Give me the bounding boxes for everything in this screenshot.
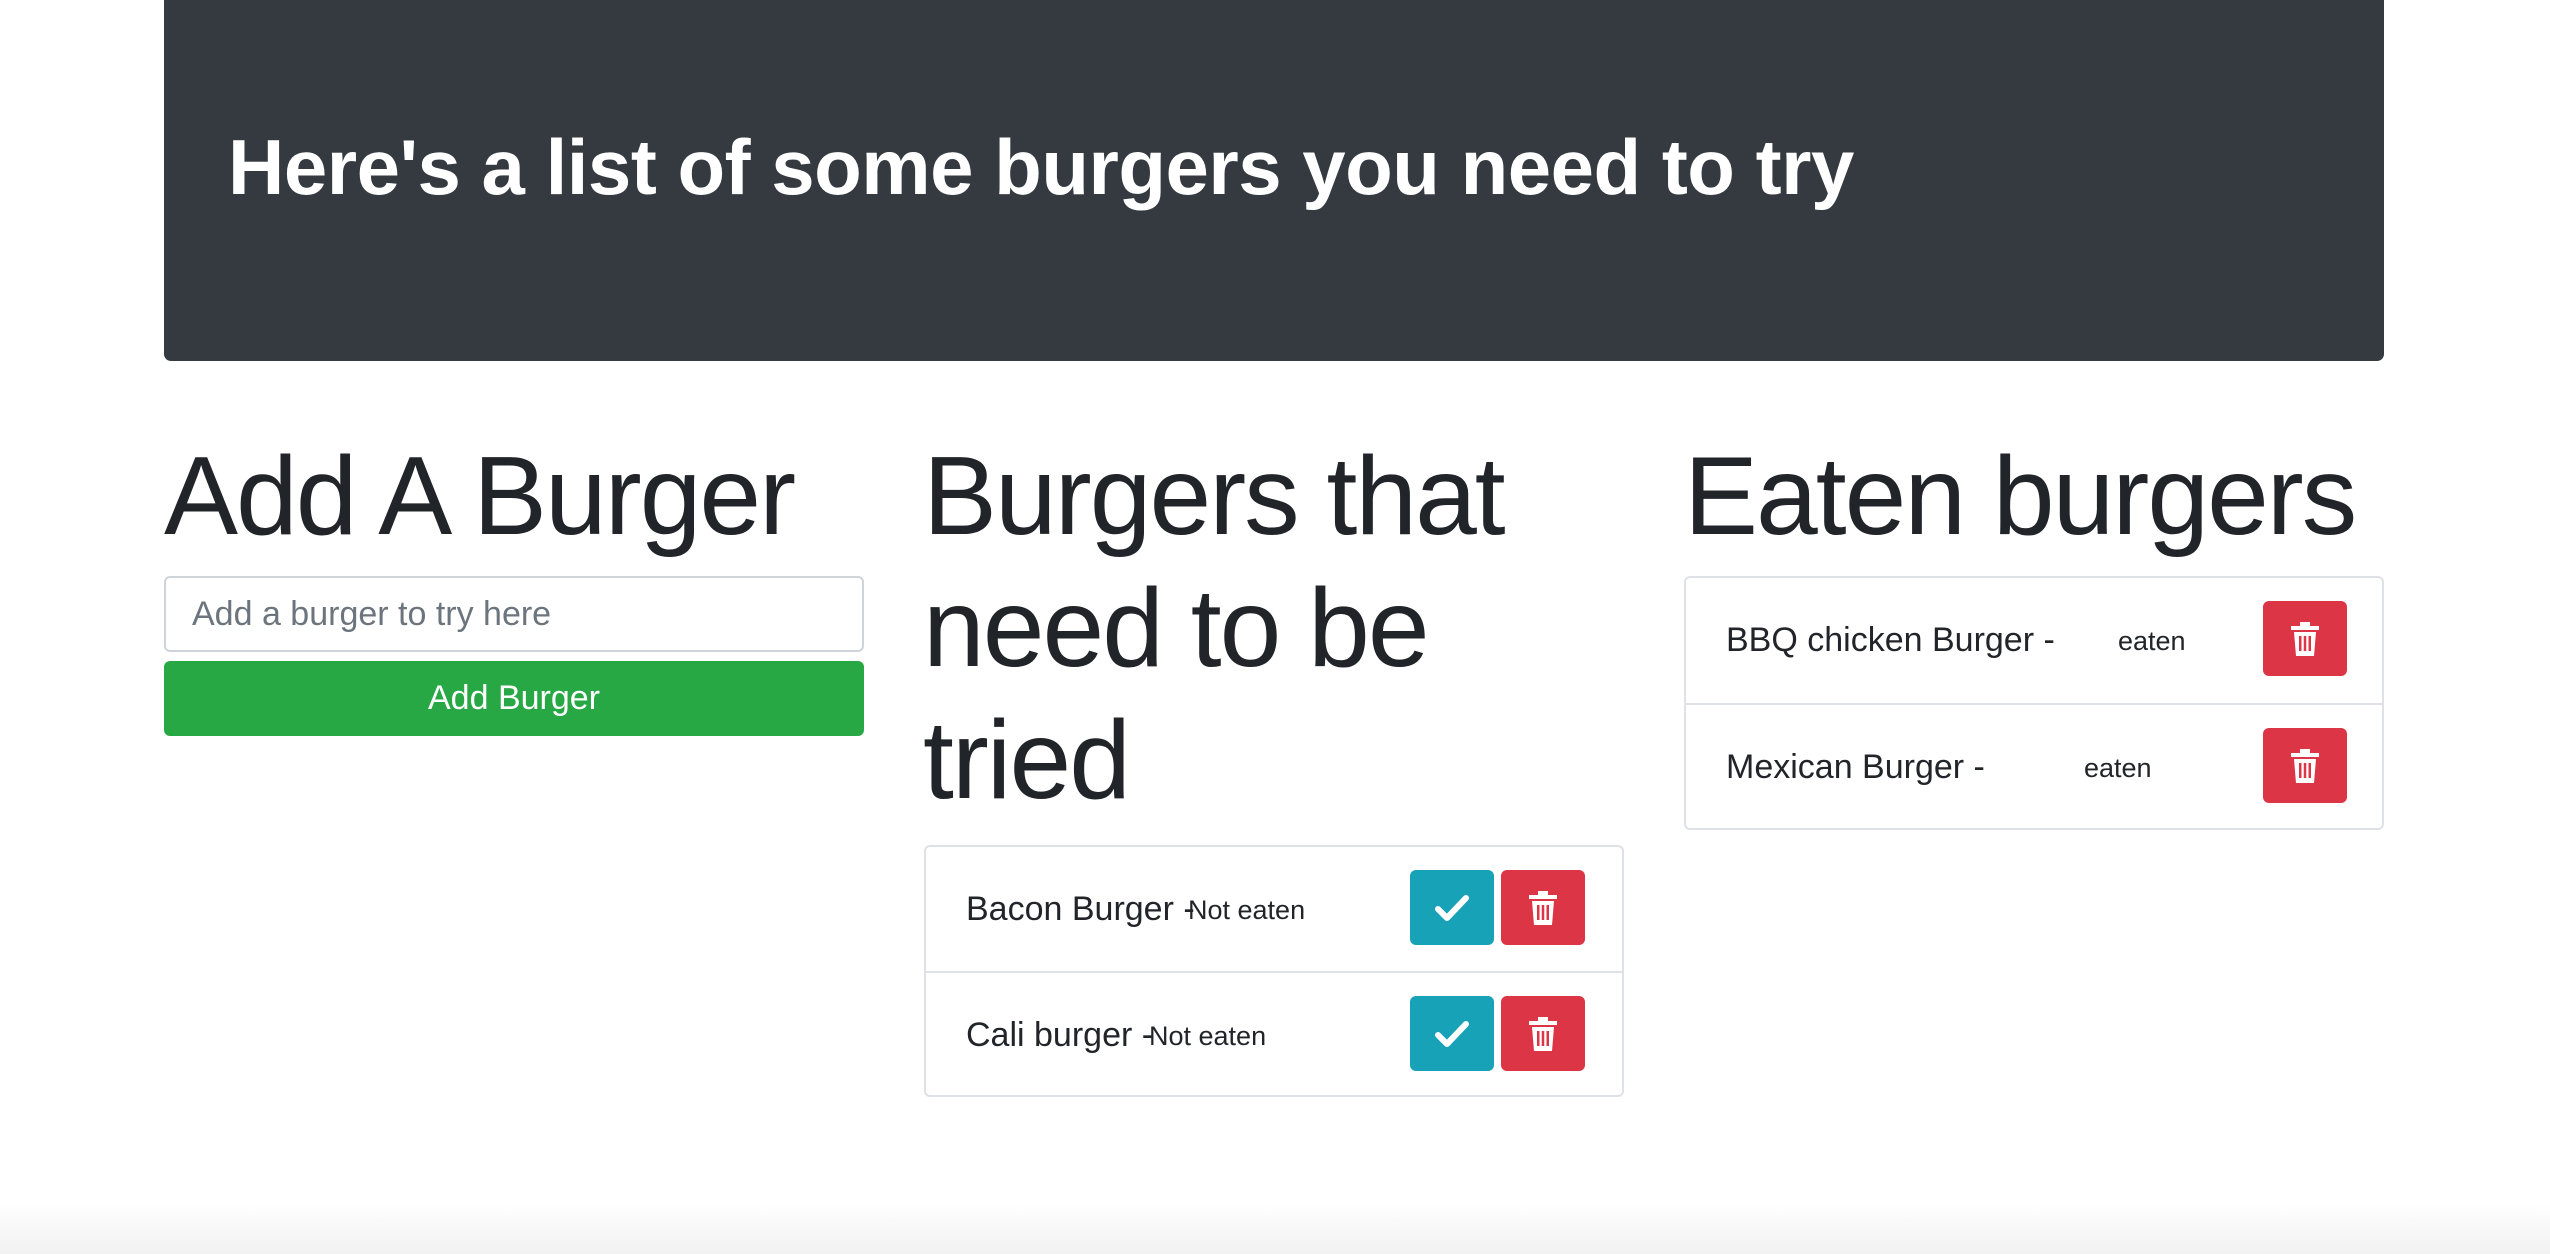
eaten-list: BBQ chicken Burger - eaten Mexican Burge… xyxy=(1684,576,2384,830)
check-icon xyxy=(1435,1019,1469,1049)
page-bottom-shadow xyxy=(0,1204,2550,1254)
burger-name: Mexican Burger - xyxy=(1726,748,1985,786)
devour-button[interactable] xyxy=(1410,996,1494,1071)
delete-button[interactable] xyxy=(2263,728,2347,803)
trash-icon xyxy=(1529,1016,1557,1051)
burger-name: Bacon Burger - xyxy=(966,890,1195,928)
add-burger-button[interactable]: Add Burger xyxy=(164,661,864,736)
burger-name-input[interactable] xyxy=(164,576,864,652)
list-item: Cali burger - Not eaten xyxy=(926,971,1622,1096)
eaten-heading: Eaten burgers xyxy=(1684,434,2357,558)
delete-button[interactable] xyxy=(1501,870,1585,945)
add-burger-heading: Add A Burger xyxy=(164,434,796,558)
delete-button[interactable] xyxy=(1501,996,1585,1071)
trash-icon xyxy=(1529,890,1557,925)
list-item: Bacon Burger - Not eaten xyxy=(926,847,1622,972)
burger-status: Not eaten xyxy=(1149,1021,1267,1051)
delete-button[interactable] xyxy=(2263,601,2347,676)
to-try-list: Bacon Burger - Not eaten Cali burger - N… xyxy=(924,845,1624,1097)
list-item: Mexican Burger - eaten xyxy=(1686,703,2382,828)
burger-status: eaten xyxy=(2118,626,2186,656)
to-try-heading: Burgers that need to be tried xyxy=(923,434,1506,822)
burger-status: Not eaten xyxy=(1188,895,1306,925)
burger-name: Cali burger - xyxy=(966,1016,1154,1054)
check-icon xyxy=(1435,893,1469,923)
list-item: BBQ chicken Burger - eaten xyxy=(1686,578,2382,703)
trash-icon xyxy=(2291,748,2319,783)
page-title: Here's a list of some burgers you need t… xyxy=(228,123,1854,211)
devour-button[interactable] xyxy=(1410,870,1494,945)
trash-icon xyxy=(2291,621,2319,656)
header-banner: Here's a list of some burgers you need t… xyxy=(164,0,2384,361)
burger-status: eaten xyxy=(2084,753,2152,783)
burger-name: BBQ chicken Burger - xyxy=(1726,621,2055,659)
